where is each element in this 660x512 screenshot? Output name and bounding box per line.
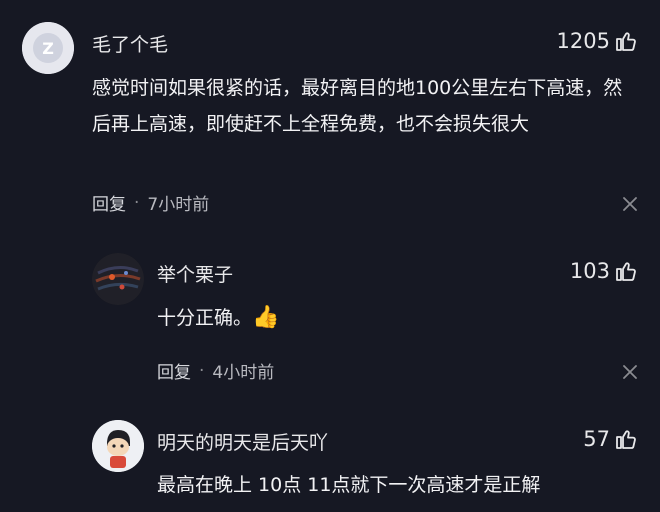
username[interactable]: 明天的明天是后天吖: [157, 428, 328, 455]
reply-button[interactable]: 回复: [157, 358, 191, 383]
thumbs-up-icon: [616, 262, 636, 281]
comment-text: 最高在晚上 10点 11点就下一次高速才是正解: [157, 474, 541, 496]
comment-meta: 回复 · 4小时前: [157, 358, 275, 384]
like-button[interactable]: 57: [583, 427, 638, 451]
comment-text: 感觉时间如果很紧的话，最好离目的地100公里左右下高速，然后再上高速，即使赶不上…: [92, 77, 623, 135]
separator: ·: [199, 360, 205, 381]
like-count: 103: [569, 259, 610, 283]
comment-text: 十分正确。👍: [157, 300, 279, 336]
avatar-image: [92, 420, 144, 472]
close-icon: [623, 197, 637, 211]
reply-button[interactable]: 回复: [92, 190, 126, 215]
avatar-image: [92, 253, 144, 305]
avatar-logo-icon: Z: [22, 22, 74, 74]
avatar[interactable]: [92, 253, 144, 305]
svg-text:Z: Z: [42, 39, 54, 58]
avatar[interactable]: [92, 420, 144, 472]
thumbs-up-icon: [616, 430, 636, 449]
username[interactable]: 举个栗子: [157, 260, 233, 287]
like-button[interactable]: 103: [570, 259, 638, 283]
delete-button[interactable]: [622, 364, 638, 380]
avatar[interactable]: Z: [22, 22, 74, 74]
comment-text-content: 十分正确。: [157, 307, 253, 329]
like-count: 1205: [556, 29, 610, 53]
comment-thread: { "comments": [ { "username": "毛了个毛", "l…: [0, 0, 660, 512]
delete-button[interactable]: [622, 196, 638, 212]
like-button[interactable]: 1205: [557, 29, 638, 53]
like-count: 57: [583, 427, 610, 451]
thumbs-up-icon: [616, 32, 636, 51]
username[interactable]: 毛了个毛: [92, 30, 168, 57]
comment-meta: 回复 · 7小时前: [92, 190, 210, 216]
thumbs-up-emoji: 👍: [252, 305, 280, 330]
separator: ·: [134, 192, 140, 213]
timestamp: 4小时前: [212, 363, 275, 383]
timestamp: 7小时前: [147, 195, 210, 215]
close-icon: [623, 365, 637, 379]
